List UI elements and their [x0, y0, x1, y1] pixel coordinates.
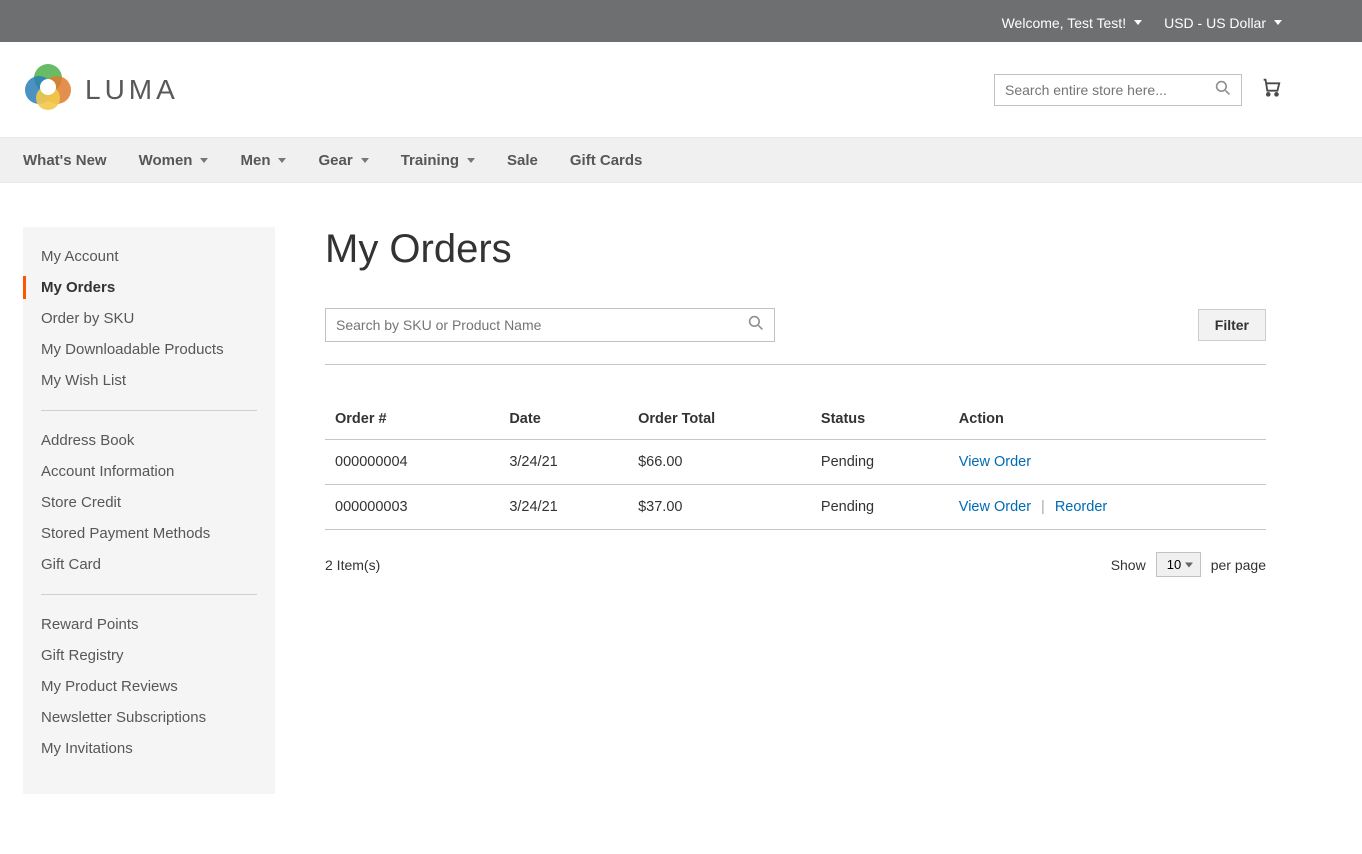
nav-item-label: Men — [240, 152, 270, 169]
sidebar-item[interactable]: My Downloadable Products — [41, 334, 257, 365]
currency-text: USD - US Dollar — [1164, 15, 1266, 31]
column-header: Date — [499, 399, 628, 440]
header-right — [994, 74, 1282, 106]
welcome-text: Welcome, Test Test! — [1002, 15, 1127, 31]
sidebar-item[interactable]: My Account — [41, 241, 257, 272]
sidebar-item[interactable]: My Orders — [41, 272, 257, 303]
column-header: Order # — [325, 399, 499, 440]
sidebar-item[interactable]: Address Book — [41, 425, 257, 456]
search-icon[interactable] — [748, 315, 764, 336]
sidebar-item[interactable]: Stored Payment Methods — [41, 518, 257, 549]
sidebar-item[interactable]: Store Credit — [41, 487, 257, 518]
per-page-suffix: per page — [1211, 557, 1266, 573]
cell-action: View Order — [949, 440, 1266, 485]
logo[interactable]: LUMA — [23, 62, 179, 117]
cell-status: Pending — [811, 440, 949, 485]
header: LUMA — [0, 42, 1362, 137]
sidebar-item[interactable]: My Product Reviews — [41, 671, 257, 702]
page-body: My AccountMy OrdersOrder by SKUMy Downlo… — [0, 183, 1362, 854]
divider — [325, 364, 1266, 365]
logo-icon — [23, 62, 73, 117]
nav-item[interactable]: Training — [401, 152, 475, 169]
filter-row: Filter — [325, 308, 1266, 342]
table-row: 0000000043/24/21$66.00Pending View Order — [325, 440, 1266, 485]
pager: Show 10 per page — [1111, 552, 1266, 577]
brand-text: LUMA — [85, 74, 179, 106]
separator: | — [1041, 499, 1045, 515]
sidebar-item[interactable]: My Invitations — [41, 733, 257, 764]
sidebar-item[interactable]: Account Information — [41, 456, 257, 487]
nav-item-label: Women — [139, 152, 193, 169]
show-label: Show — [1111, 557, 1146, 573]
divider — [41, 410, 257, 411]
items-summary: 2 Item(s) — [325, 557, 380, 573]
cart-icon[interactable] — [1260, 76, 1282, 103]
nav-item[interactable]: Gift Cards — [570, 152, 643, 169]
column-header: Status — [811, 399, 949, 440]
orders-table: Order #DateOrder TotalStatusAction 00000… — [325, 399, 1266, 530]
chevron-down-icon — [200, 158, 208, 163]
topbar: Welcome, Test Test! USD - US Dollar — [0, 0, 1362, 42]
nav-item[interactable]: Sale — [507, 152, 538, 169]
sidebar-item[interactable]: Newsletter Subscriptions — [41, 702, 257, 733]
nav-item-label: Gear — [318, 152, 352, 169]
account-sidebar: My AccountMy OrdersOrder by SKUMy Downlo… — [23, 227, 275, 794]
sidebar-item[interactable]: Reward Points — [41, 609, 257, 640]
sidebar-item[interactable]: My Wish List — [41, 365, 257, 396]
cell-date: 3/24/21 — [499, 485, 628, 530]
cell-order: 000000003 — [325, 485, 499, 530]
main-content: My Orders Filter Order #DateOrder TotalS… — [325, 227, 1266, 577]
search-input[interactable] — [1005, 82, 1215, 98]
column-header: Order Total — [628, 399, 811, 440]
cell-action: View Order | Reorder — [949, 485, 1266, 530]
per-page-select-wrap: 10 — [1156, 552, 1201, 577]
chevron-down-icon — [467, 158, 475, 163]
nav-item[interactable]: Men — [240, 152, 286, 169]
welcome-dropdown[interactable]: Welcome, Test Test! — [1002, 15, 1143, 31]
toolbar: 2 Item(s) Show 10 per page — [325, 552, 1266, 577]
page-title: My Orders — [325, 227, 1266, 272]
search-icon[interactable] — [1215, 80, 1231, 99]
nav-item-label: Gift Cards — [570, 152, 643, 169]
cell-total: $66.00 — [628, 440, 811, 485]
chevron-down-icon — [1274, 20, 1282, 25]
reorder-link[interactable]: Reorder — [1055, 499, 1107, 515]
cell-date: 3/24/21 — [499, 440, 628, 485]
global-search[interactable] — [994, 74, 1242, 106]
main-nav: What's New Women Men Gear Training Sale Gift C… — [0, 137, 1362, 183]
sidebar-item[interactable]: Gift Registry — [41, 640, 257, 671]
nav-item-label: What's New — [23, 152, 107, 169]
column-header: Action — [949, 399, 1266, 440]
sku-search[interactable] — [325, 308, 775, 342]
sidebar-item[interactable]: Gift Card — [41, 549, 257, 580]
nav-item-label: Sale — [507, 152, 538, 169]
view-order-link[interactable]: View Order — [959, 454, 1031, 470]
sku-search-input[interactable] — [336, 317, 740, 333]
nav-item[interactable]: Women — [139, 152, 209, 169]
chevron-down-icon — [1134, 20, 1142, 25]
chevron-down-icon — [278, 158, 286, 163]
cell-status: Pending — [811, 485, 949, 530]
currency-dropdown[interactable]: USD - US Dollar — [1164, 15, 1282, 31]
table-row: 0000000033/24/21$37.00Pending View Order |… — [325, 485, 1266, 530]
chevron-down-icon — [361, 158, 369, 163]
view-order-link[interactable]: View Order — [959, 499, 1031, 515]
nav-item[interactable]: Gear — [318, 152, 368, 169]
sidebar-item[interactable]: Order by SKU — [41, 303, 257, 334]
divider — [41, 594, 257, 595]
per-page-select[interactable]: 10 — [1156, 552, 1201, 577]
filter-button[interactable]: Filter — [1198, 309, 1266, 341]
nav-item[interactable]: What's New — [23, 152, 107, 169]
cell-total: $37.00 — [628, 485, 811, 530]
cell-order: 000000004 — [325, 440, 499, 485]
nav-item-label: Training — [401, 152, 459, 169]
